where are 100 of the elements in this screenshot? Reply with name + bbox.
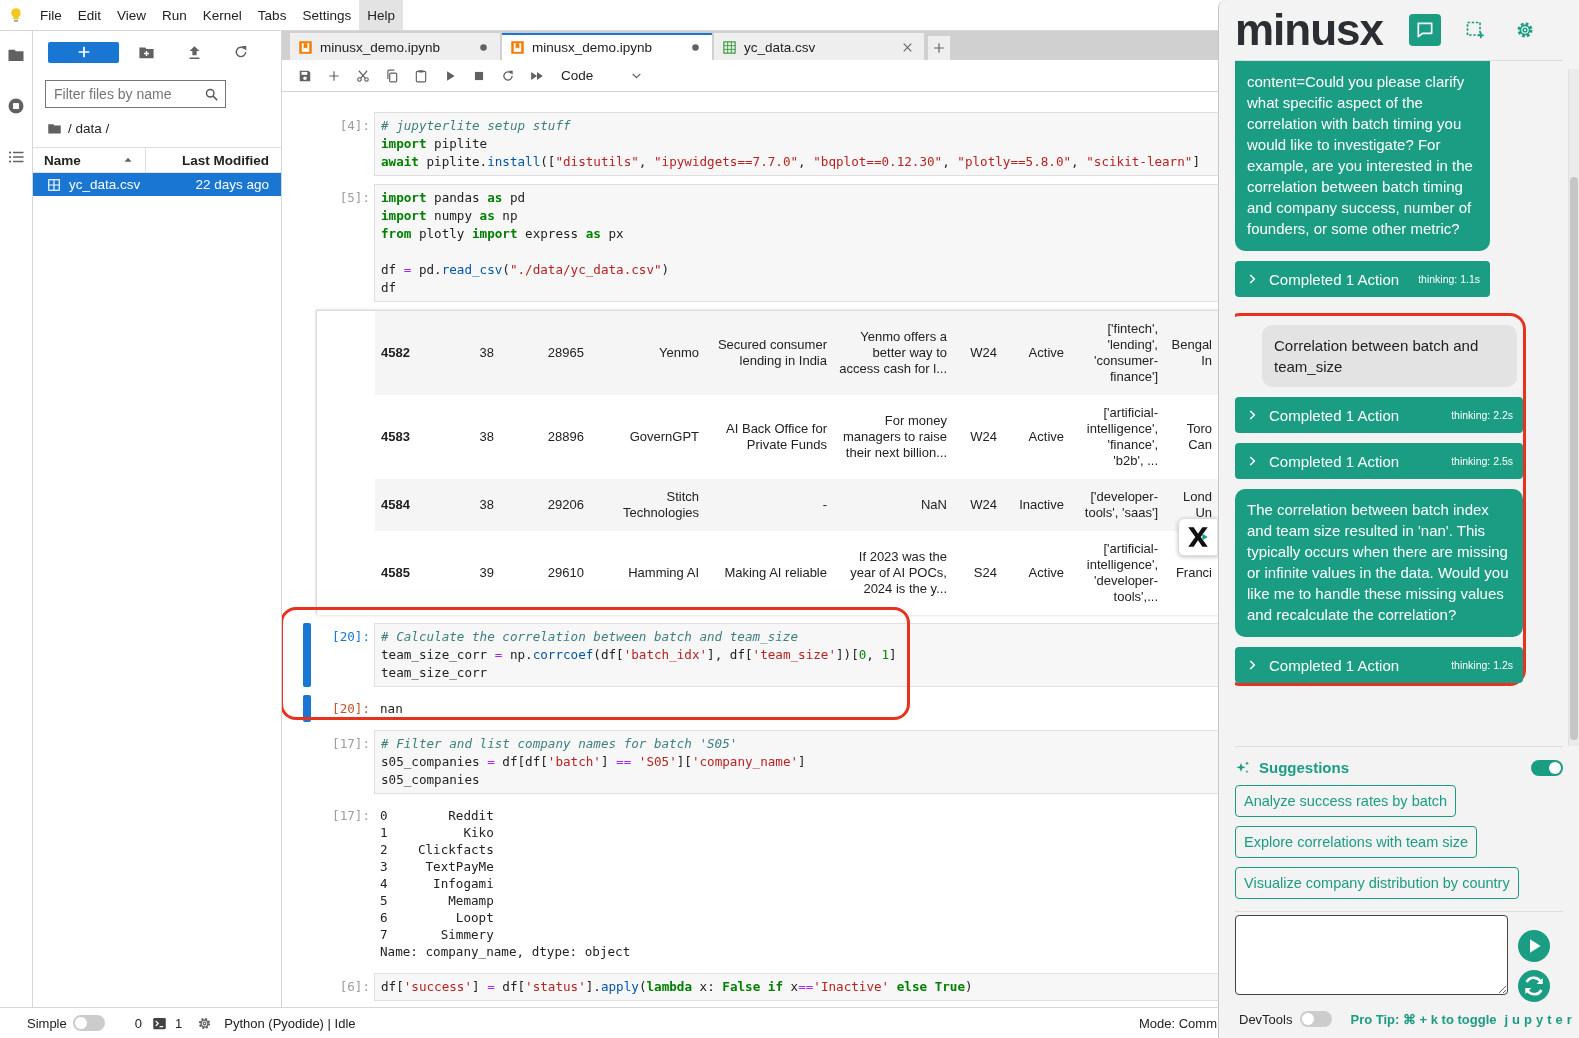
table-cell: Yenmo xyxy=(659,345,699,361)
thinking-time: thinking: 2.5s xyxy=(1451,455,1513,467)
brand-name: jupyter xyxy=(1504,1011,1576,1027)
output-line: 7 Simmery xyxy=(380,926,495,943)
table-cell: 29206 xyxy=(547,497,584,513)
new-launcher-button[interactable] xyxy=(48,41,119,63)
code-editor[interactable]: import pandas as pd import numpy as np from plotly import express as px df = pd.read_csv("./data/yc_data.csv") df xyxy=(374,184,1218,302)
code-line: # Calculate the correlation between batch and team_size xyxy=(381,628,799,646)
tab[interactable]: minusx_demo.ipynb xyxy=(502,33,712,60)
table-icon xyxy=(722,40,737,55)
table-cell: 39 xyxy=(479,565,494,581)
gear-icon[interactable] xyxy=(197,1015,213,1031)
assistant-message: content=Could you please clarify what specific aspect of the correlation with batch timing you would like to investigate? For example, are you interested in the correlation between batch timing and company success, number of founders, or some other metric? xyxy=(1235,61,1490,251)
table-cell: Active xyxy=(1028,565,1064,581)
code-line: # Filter and list company names for batch 'S05' xyxy=(381,735,739,753)
menu-item[interactable]: Settings xyxy=(294,0,360,30)
menu-item[interactable]: Help xyxy=(359,0,403,30)
refresh-icon[interactable] xyxy=(233,44,249,60)
action-label: Completed 1 Action xyxy=(1269,656,1401,674)
selection-icon xyxy=(1465,20,1485,40)
table-cell-text: ['artificial-intelligence', 'finance', 'b2b', ... xyxy=(1085,405,1158,469)
table-cell: W24 xyxy=(970,497,997,513)
table-cell: S24 xyxy=(973,565,997,581)
table-cell-text: ['developer-tools', 'saas'] xyxy=(1083,489,1158,521)
table-cell: W24 xyxy=(970,429,997,445)
menu-item[interactable]: File xyxy=(32,0,70,30)
code-line: # jupyterlite setup stuff xyxy=(381,117,572,135)
stop-circle-icon[interactable] xyxy=(7,97,25,115)
row-index: 4584 xyxy=(381,497,410,513)
breadcrumb-path[interactable]: / data / xyxy=(68,120,110,136)
tab[interactable]: minusx_demo.ipynb xyxy=(290,33,500,60)
code-editor[interactable]: # Calculate the correlation between batch and team_size team_size_corr = np.corrcoef(df['batch_idx'], df['team_size'])[0, 1] team_size_corr xyxy=(374,623,1218,687)
toggle-switch[interactable] xyxy=(72,1015,105,1031)
table-cell: Franci xyxy=(1175,565,1212,581)
table-cell: Active xyxy=(1028,429,1064,445)
tab-label: minusx_demo.ipynb xyxy=(320,40,442,55)
tab-label: minusx_demo.ipynb xyxy=(532,40,654,55)
execution-count: [20]: xyxy=(332,629,370,644)
terminal-count: 0 xyxy=(134,1015,142,1031)
table-cell: Yenmo offers a better way to access cash for l... xyxy=(839,329,947,377)
chat-input[interactable] xyxy=(1235,915,1508,995)
table-cell: 29610 xyxy=(547,565,584,581)
toggle-switch[interactable] xyxy=(1531,759,1563,776)
code-line: import pandas as pd xyxy=(381,189,527,207)
kernel-count: 1 xyxy=(175,1015,183,1031)
table-cell: Inactive xyxy=(1019,497,1064,513)
file-name: yc_data.csv xyxy=(69,177,142,192)
table-cell-text: AI Back Office for Private Funds xyxy=(725,421,827,453)
code-line: df = pd.read_csv("./data/yc_data.csv") xyxy=(381,261,671,279)
filter-field[interactable]: Filter files by name xyxy=(45,80,226,108)
table-cell: - xyxy=(822,497,827,513)
menu-item[interactable]: Kernel xyxy=(194,0,250,30)
table-cell: Lond Un xyxy=(1183,489,1212,521)
tab[interactable]: yc_data.csv xyxy=(714,33,924,60)
chat-tab[interactable] xyxy=(1409,14,1441,46)
output-line: 3 TextPayMe xyxy=(380,858,495,875)
thinking-time: thinking: 1.1s xyxy=(1418,273,1480,285)
paste-icon[interactable] xyxy=(414,68,428,83)
menu-item[interactable]: Edit xyxy=(69,0,110,30)
execution-count: [20]: xyxy=(332,701,370,716)
code-line: await piplite.install(["distutils", "ipywidgets==7.7.0", "bqplot==0.12.30", "plotly==5.8.0", "scikit-learn"] xyxy=(381,153,1201,171)
plus-icon[interactable] xyxy=(327,68,341,83)
copy-icon[interactable] xyxy=(385,68,399,83)
close-icon[interactable] xyxy=(901,41,914,54)
table-cell-text: For money managers to raise their next billion... xyxy=(841,413,947,461)
file-row[interactable]: yc_data.csv 22 days ago xyxy=(33,173,281,196)
table-icon xyxy=(47,177,61,192)
cell-type-dropdown[interactable]: Code xyxy=(561,68,643,83)
menu-item[interactable]: Tabs xyxy=(249,0,295,30)
output-line: 0 Reddit xyxy=(380,807,495,824)
kernel-status[interactable]: Python (Pyodide) | Idle xyxy=(224,1015,356,1031)
execution-count: [5]: xyxy=(339,190,370,205)
menu-item[interactable]: View xyxy=(109,0,155,30)
code-editor[interactable]: df['success'] = df['status'].apply(lambda x: False if x=='Inactive' else True) xyxy=(374,973,1218,1001)
table-cell: 38 xyxy=(479,345,494,361)
save-icon[interactable] xyxy=(298,68,312,83)
code-editor[interactable]: # jupyterlite setup stuff import piplite await piplite.install(["distutils", "ipywidgets==7.7.0", "bqplot==0.12.30", "plotly==5.8.0", "scikit-learn"] xyxy=(374,112,1218,176)
assistant-launcher-button[interactable] xyxy=(1178,518,1218,556)
restart-icon[interactable] xyxy=(501,68,515,83)
modified-date: 22 days ago xyxy=(195,177,269,192)
editor-mode[interactable]: Mode: Comm xyxy=(1138,1015,1217,1031)
pro-tip: Pro Tip: ⌘ + k to toggle xyxy=(1350,1011,1497,1027)
code-editor[interactable]: # Filter and list company names for batch 'S05' s05_companies = df[df['batch'] == 'S05']['company_name'] s05_companies xyxy=(374,730,1218,794)
play-icon xyxy=(1518,930,1550,962)
toggle-switch[interactable] xyxy=(1300,1011,1333,1027)
table-cell: GovernGPT xyxy=(629,429,699,445)
thinking-time: thinking: 2.2s xyxy=(1451,409,1513,421)
reset-button[interactable] xyxy=(1518,970,1550,1002)
action-label: Completed 1 Action xyxy=(1269,270,1401,288)
table-cell: Bengal In xyxy=(1171,337,1212,369)
menu-item[interactable]: Run xyxy=(154,0,195,30)
output-line: Name: company_name, dtype: object xyxy=(380,943,632,960)
terminal-icon[interactable] xyxy=(152,1015,167,1031)
send-button[interactable] xyxy=(1518,930,1550,962)
column-header[interactable]: Last Modified xyxy=(146,152,281,168)
execution-count: [17]: xyxy=(332,808,370,823)
code-line: team_size_corr = np.corrcoef(df['batch_idx'], df['team_size'])[0, 1] xyxy=(381,646,898,664)
notebook-icon xyxy=(510,40,525,55)
cut-icon[interactable] xyxy=(356,68,370,83)
column-header[interactable]: Name xyxy=(44,152,81,168)
